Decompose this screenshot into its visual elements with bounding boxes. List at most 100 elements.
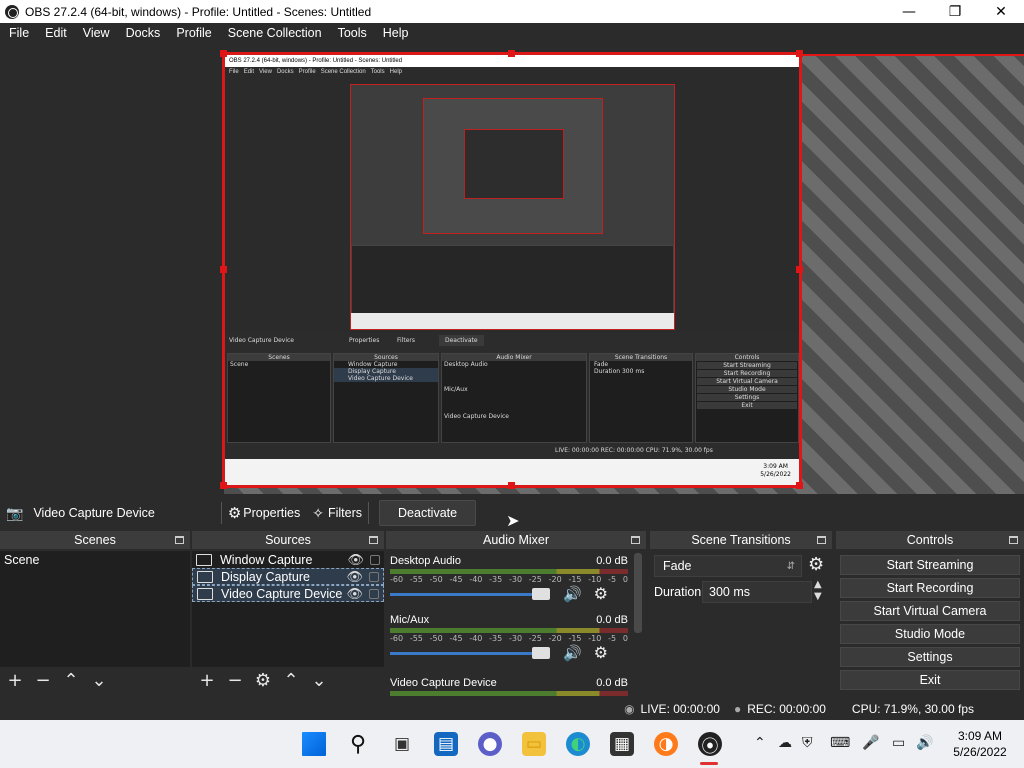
remove-icon[interactable]: − [34,672,52,690]
exit-button[interactable]: Exit [840,670,1020,690]
firefox-icon[interactable]: ◑ [654,732,678,756]
window-titlebar: OBS 27.2.4 (64-bit, windows) - Profile: … [0,0,1024,23]
filters-button[interactable]: ✧ Filters [312,496,362,530]
obs-taskbar-icon[interactable]: ⦿ [698,732,722,757]
microphone-icon[interactable]: 🎤 [862,735,879,751]
menu-help[interactable]: Help [375,23,417,44]
status-bar: ◉ LIVE: 00:00:00 ● REC: 00:00:00 CPU: 71… [0,697,1024,720]
inner-menu-file: File [229,69,239,75]
channel-name: Video Capture Device [390,677,497,689]
undock-icon[interactable] [817,536,826,544]
store-icon[interactable]: ▦ [610,732,634,756]
undock-icon[interactable] [175,536,184,544]
meter-scale: -60 -55 -50 -45 -40 -35 -30 -25 -20 -15 -10 -5 0 [390,634,628,643]
lock-icon[interactable] [370,554,380,565]
resize-handle-tl[interactable] [220,50,227,57]
start-recording-button[interactable]: Start Recording [840,578,1020,598]
chat-icon[interactable]: ● [478,732,502,756]
add-icon[interactable]: + [6,672,24,690]
menu-edit[interactable]: Edit [37,23,75,44]
inner-recursive-screen-2 [423,98,603,234]
gear-icon[interactable]: ⚙ [594,584,608,604]
menu-profile[interactable]: Profile [168,23,219,44]
keyboard-icon[interactable]: ⌨ [830,735,850,751]
lock-icon[interactable] [369,588,379,599]
speaker-icon[interactable]: 🔊 [563,644,582,662]
source-item[interactable]: Video Capture Device 👁 [192,585,384,602]
move-up-icon[interactable]: ⌃ [282,672,300,690]
duration-spinbox[interactable]: 300 ms [702,581,812,603]
windows-start-icon[interactable] [302,732,326,756]
speaker-icon[interactable]: 🔊 [563,585,582,603]
undock-icon[interactable] [1009,536,1018,544]
deactivate-button[interactable]: Deactivate [379,500,477,526]
windows-taskbar: ⚲ ▣ ▤ ● ▭ ◐ ▦ ◑ ⦿ ⌃ ☁ ⛨ ⌨ 🎤 ▭ 🔊 3:09 AM … [0,720,1024,768]
menu-view[interactable]: View [75,23,118,44]
eye-icon[interactable]: 👁 [346,586,363,602]
inner-channel-0: Desktop Audio [444,361,488,368]
search-icon[interactable]: ⚲ [346,732,370,757]
eye-icon[interactable]: 👁 [346,569,363,585]
spin-up-icon[interactable]: ▲ [814,579,822,590]
move-up-icon[interactable]: ⌃ [62,672,80,690]
lock-icon[interactable] [369,571,379,582]
transition-select[interactable]: Fade ⇵ [654,555,802,577]
menu-tools[interactable]: Tools [330,23,375,44]
undock-icon[interactable] [631,536,640,544]
inner-mixer-dock: Audio Mixer Desktop Audio Mic/Aux Video … [441,353,587,443]
studio-mode-button[interactable]: Studio Mode [840,624,1020,644]
gear-icon[interactable]: ⚙ [254,672,272,690]
start-virtual-camera-button[interactable]: Start Virtual Camera [840,601,1020,621]
add-icon[interactable]: + [198,672,216,690]
network-icon[interactable]: ▭ [892,735,905,751]
source-item-label: Window Capture [220,552,313,567]
file-explorer-icon[interactable]: ▭ [522,732,546,756]
task-view-icon[interactable]: ▣ [390,732,414,756]
resize-handle-b[interactable] [508,482,515,489]
volume-slider-knob[interactable] [532,588,550,600]
source-item[interactable]: Window Capture 👁 [192,551,384,568]
scene-item[interactable]: Scene [0,551,190,568]
maximize-button[interactable]: ❐ [932,0,978,23]
resize-handle-bl[interactable] [220,482,227,489]
source-item[interactable]: Display Capture 👁 [192,568,384,585]
eye-icon[interactable]: 👁 [347,552,364,568]
settings-button[interactable]: Settings [840,647,1020,667]
inner-filters: Filters [397,337,415,344]
mixer-scrollbar[interactable] [634,553,642,633]
resize-handle-t[interactable] [508,50,515,57]
volume-icon[interactable]: 🔊 [916,735,933,751]
resize-handle-r[interactable] [796,266,803,273]
menu-docks[interactable]: Docks [118,23,169,44]
taskbar-clock[interactable]: 3:09 AM 5/26/2022 [940,728,1020,760]
record-icon: ● [733,701,742,716]
cloud-icon[interactable]: ☁ [778,735,792,751]
scene-item-label: Scene [4,552,40,567]
inner-recursive-taskbar [351,313,674,329]
remove-icon[interactable]: − [226,672,244,690]
gear-icon[interactable]: ⚙ [594,643,608,663]
inner-clock-time: 3:09 AM [763,463,788,470]
chevron-up-icon[interactable]: ⌃ [754,735,766,751]
minimize-button[interactable]: — [886,0,932,23]
menu-scene-collection[interactable]: Scene Collection [220,23,330,44]
volume-meter [390,569,628,574]
gear-icon[interactable]: ⚙ [808,554,824,575]
resize-handle-l[interactable] [220,266,227,273]
volume-slider-knob[interactable] [532,647,550,659]
security-icon[interactable]: ⛨ [802,735,813,751]
resize-handle-br[interactable] [796,482,803,489]
move-down-icon[interactable]: ⌄ [90,672,108,690]
volume-slider[interactable]: 🔊 ⚙ [390,584,628,604]
undock-icon[interactable] [369,536,378,544]
move-down-icon[interactable]: ⌄ [310,672,328,690]
preview-canvas[interactable]: OBS 27.2.4 (64-bit, windows) - Profile: … [224,54,800,486]
close-button[interactable]: ✕ [978,0,1024,23]
volume-slider[interactable]: 🔊 ⚙ [390,643,628,663]
start-streaming-button[interactable]: Start Streaming [840,555,1020,575]
widgets-icon[interactable]: ▤ [434,732,458,756]
edge-browser-icon[interactable]: ◐ [566,732,590,756]
menu-file[interactable]: File [1,23,37,44]
spin-down-icon[interactable]: ▼ [814,591,822,602]
properties-button[interactable]: ⚙ Properties [228,496,300,530]
